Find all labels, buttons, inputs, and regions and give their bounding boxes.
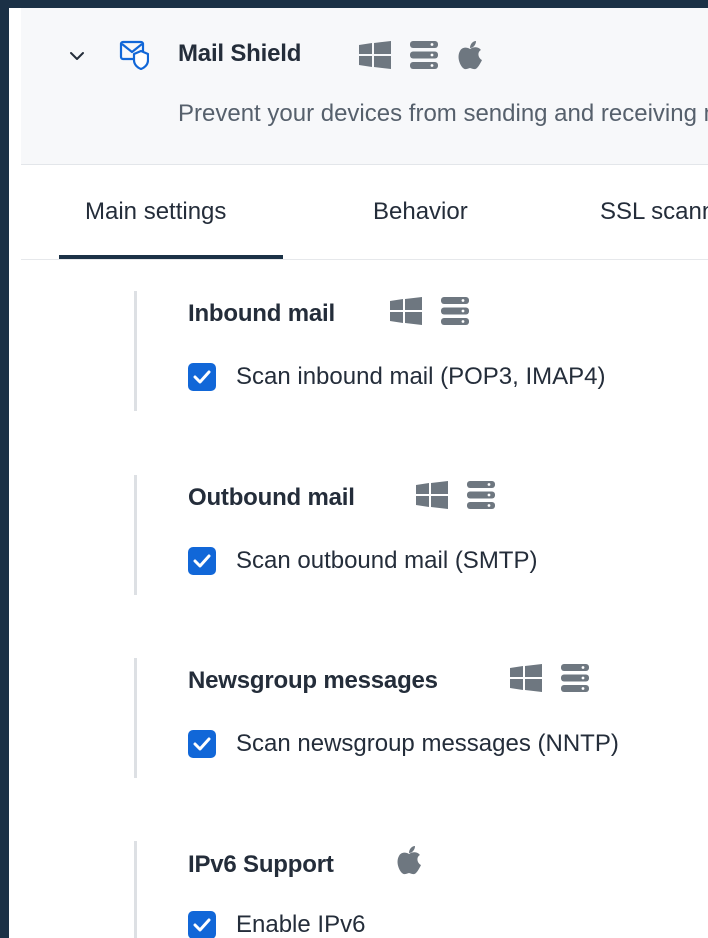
tabs-divider [21,259,708,260]
checkmark-icon [193,737,211,751]
checkmark-icon [193,370,211,384]
section-inbound-mail: Inbound mail Scan inbound mail (POP3, IM… [134,291,708,416]
windows-icon [359,41,391,69]
checkbox-label: Enable IPv6 [236,911,366,938]
tab-behavior[interactable]: Behavior [373,198,468,226]
section-outbound-mail: Outbound mail Scan outbound mail (SMTP) [134,475,708,600]
platform-icons [510,664,590,692]
section-bar [134,658,137,778]
mail-shield-icon [119,40,149,70]
checkbox-checked[interactable] [188,730,216,758]
shield-description: Prevent your devices from sending and re… [178,100,708,127]
checkbox-checked[interactable] [188,911,216,938]
section-bar [134,291,137,411]
checkbox-label: Scan outbound mail (SMTP) [236,547,538,574]
section-title: IPv6 Support [188,851,334,878]
server-icon [410,41,438,69]
windows-icon [390,297,422,325]
section-title: Outbound mail [188,484,355,511]
section-title: Inbound mail [188,300,335,327]
shield-title: Mail Shield [178,40,302,67]
checkbox-scan-inbound-mail[interactable]: Scan inbound mail (POP3, IMAP4) [188,363,606,391]
settings-tabs: Main settings Behavior SSL scanning [59,184,708,260]
chevron-down-icon[interactable] [69,48,85,64]
platform-icons [416,481,496,509]
checkbox-scan-newsgroup-messages[interactable]: Scan newsgroup messages (NNTP) [188,730,619,758]
section-bar [134,841,137,938]
checkbox-label: Scan inbound mail (POP3, IMAP4) [236,363,606,390]
checkbox-enable-ipv6[interactable]: Enable IPv6 [188,911,365,938]
section-bar [134,475,137,595]
server-icon [561,664,589,692]
apple-icon [397,846,421,875]
section-ipv6-support: IPv6 Support Enable IPv6 [134,841,708,938]
tab-main-settings[interactable]: Main settings [85,198,226,226]
checkmark-icon [193,918,211,932]
section-newsgroup-messages: Newsgroup messages Scan newsgroup messag… [134,658,708,783]
mail-shield-panel: Mail Shield Prevent your devices from se… [9,8,708,938]
section-title: Newsgroup messages [188,667,438,694]
tab-ssl-scanning[interactable]: SSL scanning [600,198,708,226]
checkmark-icon [193,554,211,568]
checkbox-checked[interactable] [188,547,216,575]
platform-icons [396,845,422,875]
platform-icons [390,297,470,325]
checkbox-label: Scan newsgroup messages (NNTP) [236,730,619,757]
shield-header[interactable]: Mail Shield Prevent your devices from se… [21,8,708,165]
checkbox-checked[interactable] [188,363,216,391]
server-icon [441,297,469,325]
checkbox-scan-outbound-mail[interactable]: Scan outbound mail (SMTP) [188,547,537,575]
windows-icon [510,664,542,692]
platform-icons [359,40,483,70]
server-icon [467,481,495,509]
windows-icon [416,481,448,509]
apple-icon [458,41,482,70]
